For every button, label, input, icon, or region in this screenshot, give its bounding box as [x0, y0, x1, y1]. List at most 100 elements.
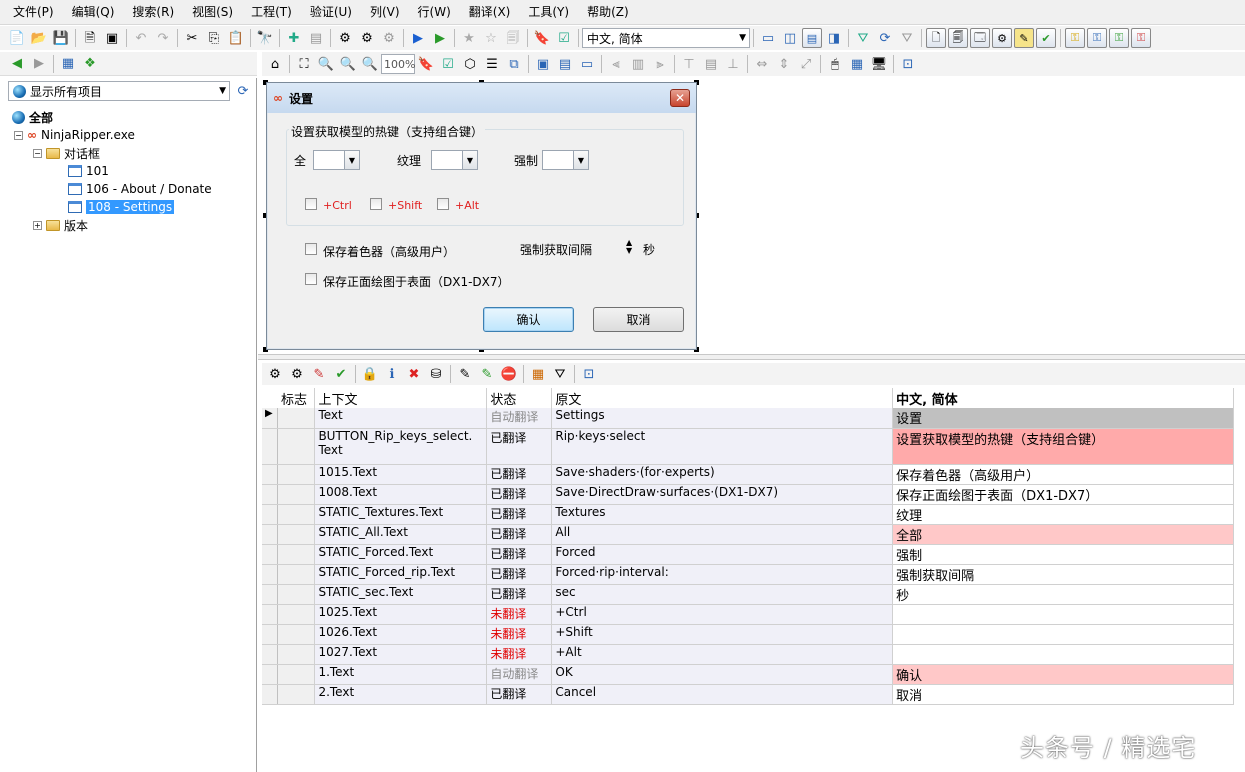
- cell-source[interactable]: OK: [551, 664, 894, 685]
- notes-view-icon[interactable]: ✎: [1014, 28, 1034, 48]
- mouse-icon[interactable]: 🖱: [826, 55, 844, 73]
- cell-source[interactable]: Forced: [551, 544, 894, 565]
- cancel-button[interactable]: 取消: [593, 307, 684, 332]
- table-row[interactable]: 1026.Text 未翻译 +Shift: [262, 624, 1234, 645]
- cell-context[interactable]: STATIC_Forced.Text: [314, 544, 488, 565]
- gear-icon[interactable]: ⚙: [288, 365, 306, 383]
- alt-checkbox[interactable]: [437, 198, 449, 210]
- new-icon[interactable]: 📄: [8, 29, 26, 47]
- cell-translation[interactable]: [892, 624, 1234, 645]
- cube-icon[interactable]: ⬡: [461, 55, 479, 73]
- cell-flag[interactable]: [277, 644, 316, 665]
- refresh-tree-icon[interactable]: ⟳: [234, 82, 252, 100]
- find-icon[interactable]: 🔭: [256, 29, 274, 47]
- filter-icon[interactable]: ⛛: [854, 29, 872, 47]
- layout-1-icon[interactable]: ▭: [759, 29, 777, 47]
- edit-icon[interactable]: ✎: [456, 365, 474, 383]
- layout-4-icon[interactable]: ◨: [825, 29, 843, 47]
- cell-context[interactable]: 1015.Text: [314, 464, 488, 485]
- menu-tools[interactable]: 工具(Y): [519, 1, 578, 23]
- preview-icon[interactable]: 🗎: [81, 29, 99, 47]
- shift-checkbox[interactable]: [370, 198, 382, 210]
- expand-icon[interactable]: +: [33, 220, 42, 230]
- menu-project[interactable]: 工程(T): [242, 1, 301, 23]
- row-indicator[interactable]: [262, 524, 279, 545]
- bookmark-icon[interactable]: 🔖: [533, 29, 551, 47]
- redo-icon[interactable]: ↷: [154, 29, 172, 47]
- bookmark-red-icon[interactable]: 🔖: [417, 55, 435, 73]
- row-indicator[interactable]: ▶: [262, 408, 279, 429]
- cell-translation[interactable]: 纹理: [892, 504, 1234, 525]
- cell-flag[interactable]: [277, 544, 316, 565]
- export-icon[interactable]: ▣: [103, 29, 121, 47]
- cell-flag[interactable]: [277, 684, 316, 705]
- zoom-field[interactable]: 100%: [381, 54, 415, 74]
- same-width-icon[interactable]: ⇔: [753, 55, 771, 73]
- cell-translation[interactable]: 取消: [892, 684, 1234, 705]
- cell-source[interactable]: +Shift: [551, 624, 894, 645]
- menu-validate[interactable]: 验证(U): [301, 1, 361, 23]
- cell-source[interactable]: Textures: [551, 504, 894, 525]
- layout-2-icon[interactable]: ◫: [781, 29, 799, 47]
- star-icon[interactable]: ★: [460, 29, 478, 47]
- row-indicator[interactable]: [262, 624, 279, 645]
- forced-key-select[interactable]: ▼: [542, 150, 589, 170]
- cell-source[interactable]: Rip·keys·select: [551, 428, 894, 465]
- cell-context[interactable]: Text: [314, 408, 488, 429]
- all-key-select[interactable]: ▼: [313, 150, 360, 170]
- table-row[interactable]: 1008.Text 已翻译 Save·DirectDraw·surfaces·(DX…: [262, 484, 1234, 505]
- cell-translation[interactable]: 设置获取模型的热键（支持组合键）: [892, 428, 1234, 465]
- table-icon[interactable]: ▦: [529, 365, 547, 383]
- cell-context[interactable]: STATIC_sec.Text: [314, 584, 488, 605]
- grid-icon[interactable]: ▦: [848, 55, 866, 73]
- copy-icon[interactable]: ⎘: [205, 29, 223, 47]
- table-row[interactable]: 1.Text 自动翻译 OK 确认: [262, 664, 1234, 685]
- row-indicator[interactable]: [262, 644, 279, 665]
- dock-icon[interactable]: ⊡: [899, 55, 917, 73]
- menu-view[interactable]: 视图(S): [183, 1, 242, 23]
- cell-context[interactable]: 1.Text: [314, 664, 488, 685]
- ok-button[interactable]: 确认: [483, 307, 574, 332]
- table-row[interactable]: BUTTON_Rip_keys_select. Text 已翻译 Rip·keys·…: [262, 428, 1234, 465]
- cell-flag[interactable]: [277, 604, 316, 625]
- interval-spinner[interactable]: ▲ ▼: [626, 239, 632, 255]
- table-row[interactable]: 1027.Text 未翻译 +Alt: [262, 644, 1234, 665]
- cell-status[interactable]: 已翻译: [486, 564, 553, 585]
- cell-status[interactable]: 已翻译: [486, 428, 553, 465]
- dialog-props-icon[interactable]: ▤: [556, 55, 574, 73]
- cell-status[interactable]: 已翻译: [486, 684, 553, 705]
- key-green-icon[interactable]: ⚿: [1109, 28, 1129, 48]
- gear-view-icon[interactable]: ⚙: [992, 28, 1012, 48]
- validate-view-icon[interactable]: ✔: [1036, 28, 1056, 48]
- dialogs-view-icon[interactable]: 🗔: [970, 28, 990, 48]
- dialog-frame-icon[interactable]: ▭: [578, 55, 596, 73]
- cell-flag[interactable]: [277, 664, 316, 685]
- save-project-icon[interactable]: ▦: [59, 55, 77, 73]
- refresh-icon[interactable]: ⟳: [876, 29, 894, 47]
- table-row[interactable]: STATIC_sec.Text 已翻译 sec 秒: [262, 584, 1234, 605]
- filter-icon[interactable]: ⛛: [551, 365, 569, 383]
- row-indicator[interactable]: [262, 484, 279, 505]
- textures-key-select[interactable]: ▼: [431, 150, 478, 170]
- cell-context[interactable]: BUTTON_Rip_keys_select. Text: [314, 428, 488, 465]
- run-icon[interactable]: ▶: [409, 29, 427, 47]
- align-left-icon[interactable]: ⫷: [607, 55, 625, 73]
- cell-translation[interactable]: 设置: [892, 408, 1234, 429]
- row-indicator[interactable]: [262, 464, 279, 485]
- document-view-icon[interactable]: 🗋: [926, 28, 946, 48]
- col-source-header[interactable]: 原文: [551, 388, 894, 408]
- add-language-icon[interactable]: ✚: [285, 29, 303, 47]
- cell-context[interactable]: STATIC_Textures.Text: [314, 504, 488, 525]
- cell-flag[interactable]: [277, 564, 316, 585]
- table-row[interactable]: 1015.Text 已翻译 Save·shaders·(for·experts) 保存…: [262, 464, 1234, 485]
- menu-row[interactable]: 行(W): [409, 1, 460, 23]
- table-row[interactable]: STATIC_Forced.Text 已翻译 Forced 强制: [262, 544, 1234, 565]
- cell-source[interactable]: Settings: [551, 408, 894, 429]
- menu-search[interactable]: 搜索(R): [123, 1, 183, 23]
- cell-status[interactable]: 自动翻译: [486, 408, 553, 429]
- undo-icon[interactable]: ↶: [132, 29, 150, 47]
- cell-status[interactable]: 未翻译: [486, 644, 553, 665]
- tree-node-dialog-108[interactable]: 108 - Settings: [68, 198, 175, 216]
- align-center-icon[interactable]: ▥: [629, 55, 647, 73]
- highlight-icon[interactable]: ✎: [478, 365, 496, 383]
